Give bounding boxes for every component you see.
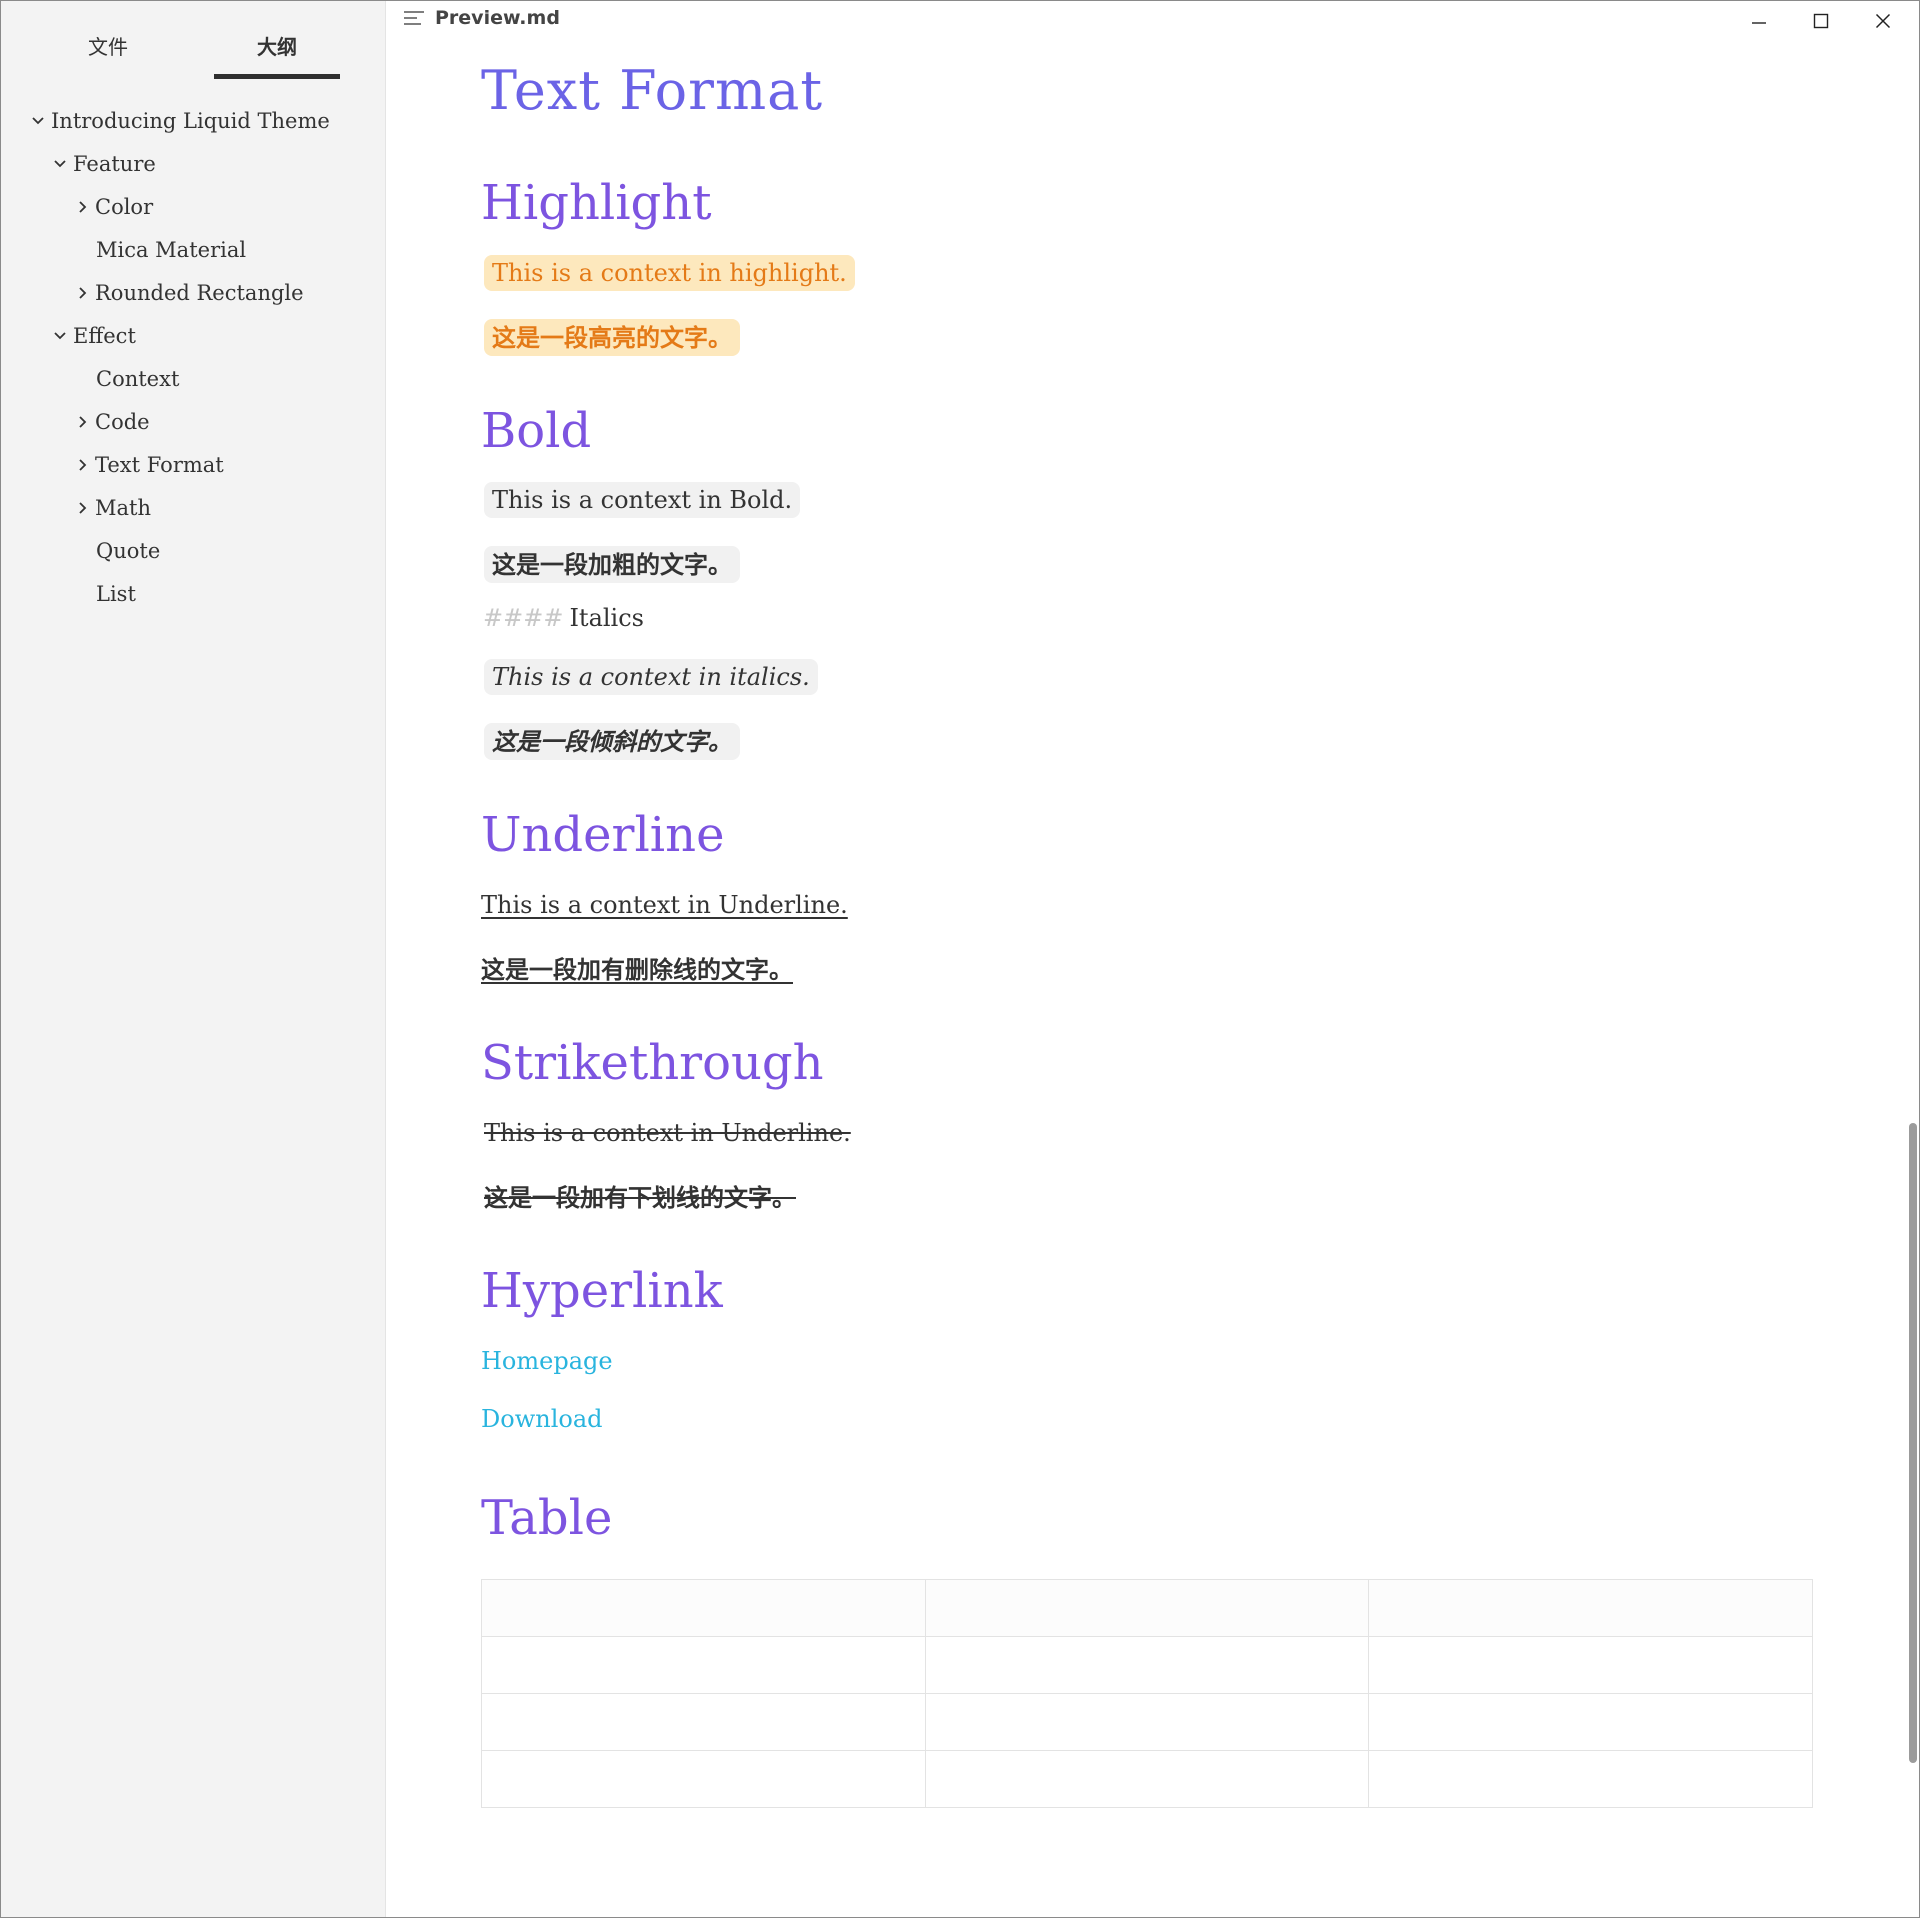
table-row — [481, 1750, 1813, 1808]
highlight-paragraph-en: This is a context in highlight. — [484, 255, 855, 291]
chevron-down-icon — [53, 329, 67, 343]
strikethrough-paragraph-cn: 这是一段加有下划线的文字。 — [484, 1183, 796, 1212]
outline-item-math[interactable]: Math — [75, 490, 151, 526]
outline-item-label: Feature — [73, 152, 156, 176]
vertical-scrollbar[interactable] — [1909, 1123, 1917, 1763]
heading-strikethrough: Strikethrough — [481, 1035, 824, 1091]
heading-bold: Bold — [481, 403, 592, 459]
table-cell[interactable] — [924, 1636, 1370, 1694]
tab-outline[interactable]: 大纲 — [214, 31, 340, 79]
strikethrough-paragraph-en: This is a context in Underline. — [484, 1119, 851, 1147]
link-download[interactable]: Download — [481, 1405, 603, 1433]
table-cell[interactable] — [924, 1579, 1370, 1637]
chevron-down-icon — [31, 114, 45, 128]
content-table — [481, 1579, 1813, 1808]
table-cell[interactable] — [1368, 1636, 1813, 1694]
chevron-right-icon — [75, 415, 89, 429]
heading-italics: #### Italics — [483, 604, 644, 632]
table-cell[interactable] — [924, 1750, 1370, 1808]
outline-item-color[interactable]: Color — [75, 189, 153, 225]
outline-item-text-format[interactable]: Text Format — [75, 447, 224, 483]
italic-paragraph-en: This is a context in italics. — [484, 659, 818, 695]
table-cell[interactable] — [481, 1636, 926, 1694]
outline-item-feature[interactable]: Feature — [53, 146, 156, 182]
table-cell[interactable] — [1368, 1693, 1813, 1751]
outline-item-context[interactable]: Context — [96, 361, 179, 397]
heading-table: Table — [481, 1490, 613, 1546]
tab-files[interactable]: 文件 — [45, 31, 171, 79]
table-cell[interactable] — [1368, 1750, 1813, 1808]
link-homepage[interactable]: Homepage — [481, 1347, 613, 1375]
table-cell[interactable] — [481, 1750, 926, 1808]
maximize-button[interactable] — [1791, 1, 1851, 41]
chevron-right-icon — [75, 286, 89, 300]
chevron-down-icon — [53, 157, 67, 171]
outline-item-label: Mica Material — [96, 238, 247, 262]
outline-item-label: Rounded Rectangle — [95, 281, 304, 305]
outline-item-label: Introducing Liquid Theme — [51, 109, 330, 133]
table-cell[interactable] — [481, 1579, 926, 1637]
outline-item-rounded-rectangle[interactable]: Rounded Rectangle — [75, 275, 304, 311]
heading-highlight: Highlight — [481, 175, 712, 231]
table-cell[interactable] — [481, 1693, 926, 1751]
outline-item-introducing-liquid-theme[interactable]: Introducing Liquid Theme — [31, 103, 330, 139]
chevron-right-icon — [75, 501, 89, 515]
table-row — [481, 1579, 1813, 1637]
heading-underline: Underline — [481, 807, 725, 863]
highlight-paragraph-cn: 这是一段高亮的文字。 — [484, 318, 740, 356]
outline-item-code[interactable]: Code — [75, 404, 150, 440]
outline-item-label: Code — [95, 410, 150, 434]
outline-item-effect[interactable]: Effect — [53, 318, 136, 354]
underline-paragraph-cn: 这是一段加有删除线的文字。 — [481, 955, 793, 984]
sidebar: 文件 大纲 Introducing Liquid Theme Feature C… — [1, 1, 386, 1917]
outline-item-quote[interactable]: Quote — [96, 533, 160, 569]
close-icon — [1875, 13, 1891, 29]
chevron-right-icon — [75, 200, 89, 214]
heading-hyperlink: Hyperlink — [481, 1263, 723, 1319]
italic-paragraph-cn: 这是一段倾斜的文字。 — [484, 722, 740, 760]
minimize-icon — [1752, 22, 1766, 24]
bold-paragraph-cn: 这是一段加粗的文字。 — [484, 545, 740, 583]
outline-item-label: Math — [95, 496, 151, 520]
table-cell[interactable] — [924, 1693, 1370, 1751]
outline-item-mica-material[interactable]: Mica Material — [96, 232, 246, 268]
heading-text-format: Text Format — [481, 59, 824, 122]
maximize-icon — [1813, 13, 1829, 29]
close-button[interactable] — [1853, 1, 1913, 41]
sidebar-tabs: 文件 大纲 — [1, 1, 385, 81]
table-cell[interactable] — [1368, 1579, 1813, 1637]
bold-paragraph-en: This is a context in Bold. — [484, 482, 801, 518]
outline-item-label: Quote — [96, 539, 161, 563]
outline-item-label: Context — [96, 367, 180, 391]
minimize-button[interactable] — [1729, 1, 1789, 41]
window-title: Preview.md — [435, 7, 560, 29]
outline-item-list[interactable]: List — [96, 576, 136, 612]
app-window: 文件 大纲 Introducing Liquid Theme Feature C… — [0, 0, 1920, 1918]
title-bar: Preview.md — [385, 1, 1919, 37]
outline-item-label: Text Format — [95, 453, 224, 477]
underline-paragraph-en: This is a context in Underline. — [481, 891, 848, 919]
outline-item-label: List — [96, 582, 136, 606]
table-row — [481, 1636, 1813, 1694]
table-row — [481, 1693, 1813, 1751]
chevron-right-icon — [75, 458, 89, 472]
outline-item-label: Color — [95, 195, 154, 219]
menu-icon[interactable] — [403, 9, 425, 27]
outline-item-label: Effect — [73, 324, 136, 348]
